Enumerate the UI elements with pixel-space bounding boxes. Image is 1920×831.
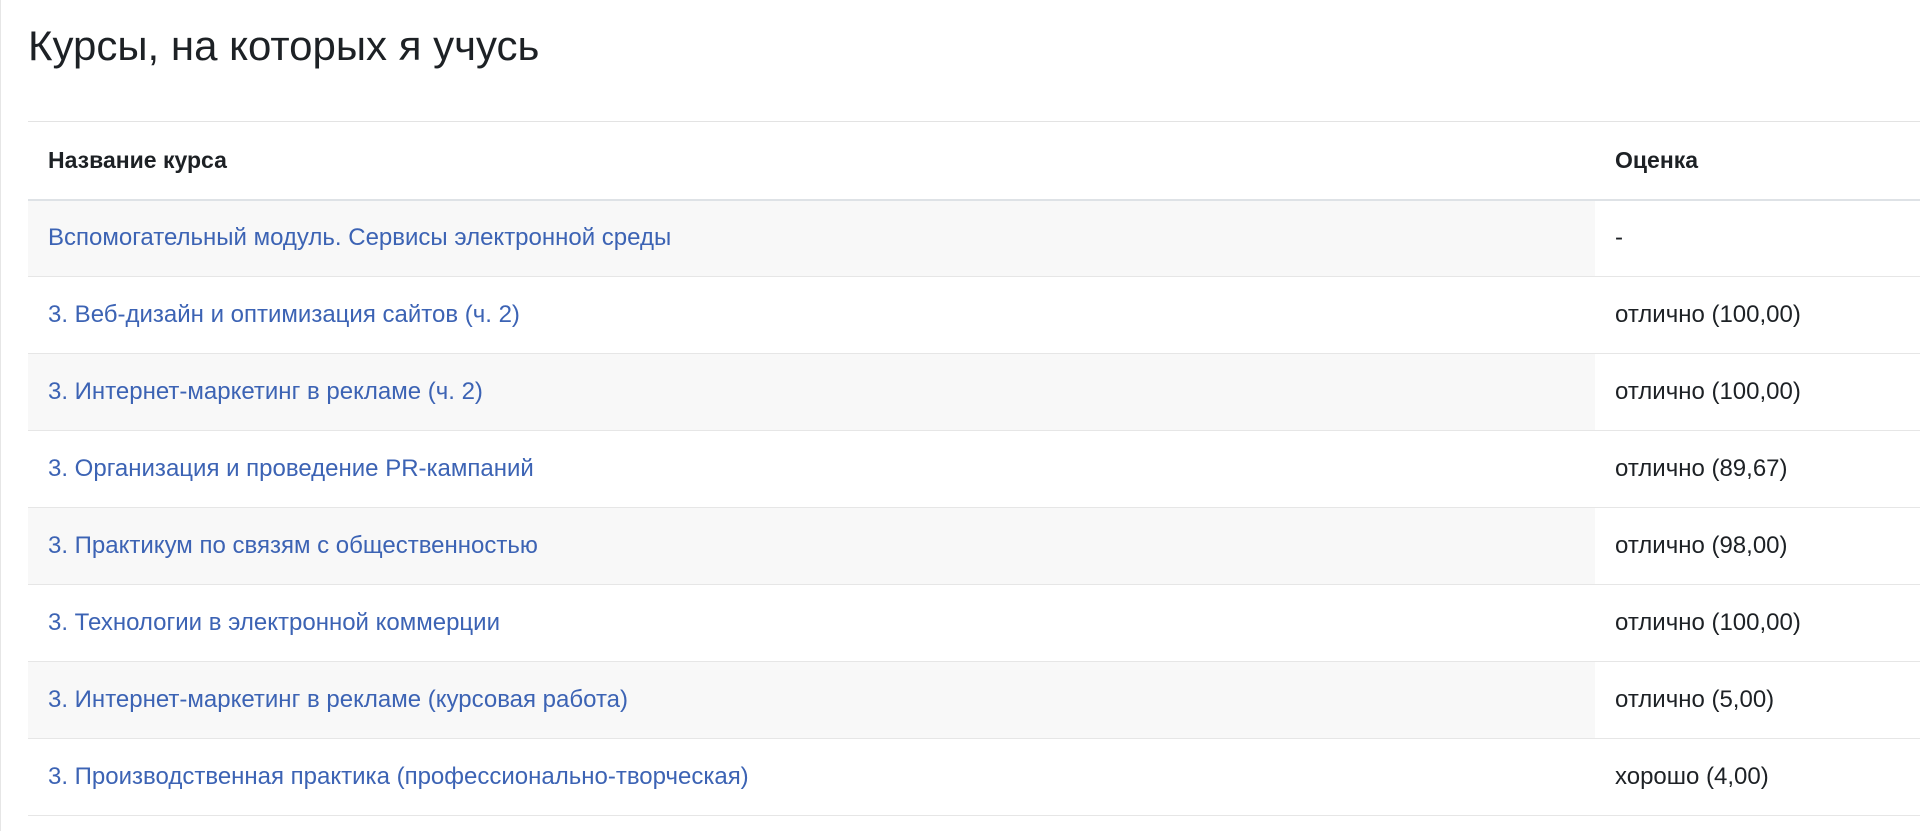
page-title: Курсы, на которых я учусь [28,22,540,69]
table-header: Название курса Оценка [28,121,1920,200]
course-link[interactable]: 3. Интернет-маркетинг в рекламе (курсова… [48,686,628,713]
grade-cell: отлично (98,00) [1595,507,1920,585]
grade-cell: отлично (89,67) [1615,455,1788,482]
table-row: 3. Производственная практика (профессион… [28,739,1920,816]
course-link[interactable]: 3. Практикум по связям с общественностью [48,532,538,559]
grade-cell: хорошо (4,00) [1615,763,1769,790]
grade-cell: отлично (100,00) [1615,301,1801,328]
table-row: Вспомогательный модуль. Сервисы электрон… [28,199,1920,277]
course-name-cell: 3. Веб-дизайн и оптимизация сайтов (ч. 2… [28,277,1595,354]
grade-cell: - [1595,199,1920,277]
table-row: 3. Организация и проведение PR-кампаний … [28,431,1920,508]
course-name-cell: 3. Организация и проведение PR-кампаний [28,431,1595,508]
table-row: 3. Веб-дизайн и оптимизация сайтов (ч. 2… [28,277,1920,354]
page: Курсы, на которых я учусь Название курса… [0,0,1920,831]
table-body: Вспомогательный модуль. Сервисы электрон… [28,199,1920,816]
course-name-cell: 3. Практикум по связям с общественностью [28,507,1595,585]
table-row: 3. Интернет-маркетинг в рекламе (курсова… [28,661,1920,739]
course-link[interactable]: 3. Технологии в электронной коммерции [48,609,500,636]
table-header-row: Название курса Оценка [28,121,1920,200]
courses-grades-table: Название курса Оценка Вспомогательный мо… [28,121,1920,816]
course-name-cell: 3. Интернет-маркетинг в рекламе (курсова… [28,661,1595,739]
course-link[interactable]: Вспомогательный модуль. Сервисы электрон… [48,224,671,251]
course-link[interactable]: 3. Интернет-маркетинг в рекламе (ч. 2) [48,378,483,405]
table-row: 3. Интернет-маркетинг в рекламе (ч. 2) о… [28,353,1920,431]
course-name-cell: 3. Интернет-маркетинг в рекламе (ч. 2) [28,353,1595,431]
course-name-cell: 3. Производственная практика (профессион… [28,739,1595,816]
course-link[interactable]: 3. Организация и проведение PR-кампаний [48,455,534,482]
grade-cell: отлично (100,00) [1615,609,1801,636]
grade-cell: отлично (5,00) [1595,661,1920,739]
course-link[interactable]: 3. Производственная практика (профессион… [48,763,749,790]
course-name-cell: Вспомогательный модуль. Сервисы электрон… [28,199,1595,277]
table-row: 3. Технологии в электронной коммерции от… [28,585,1920,662]
table-row: 3. Практикум по связям с общественностью… [28,507,1920,585]
column-header-grade: Оценка [1615,146,1699,173]
grade-cell: отлично (100,00) [1595,353,1920,431]
course-name-cell: 3. Технологии в электронной коммерции [28,585,1595,662]
course-link[interactable]: 3. Веб-дизайн и оптимизация сайтов (ч. 2… [48,301,520,328]
column-header-course-name: Название курса [48,146,227,173]
